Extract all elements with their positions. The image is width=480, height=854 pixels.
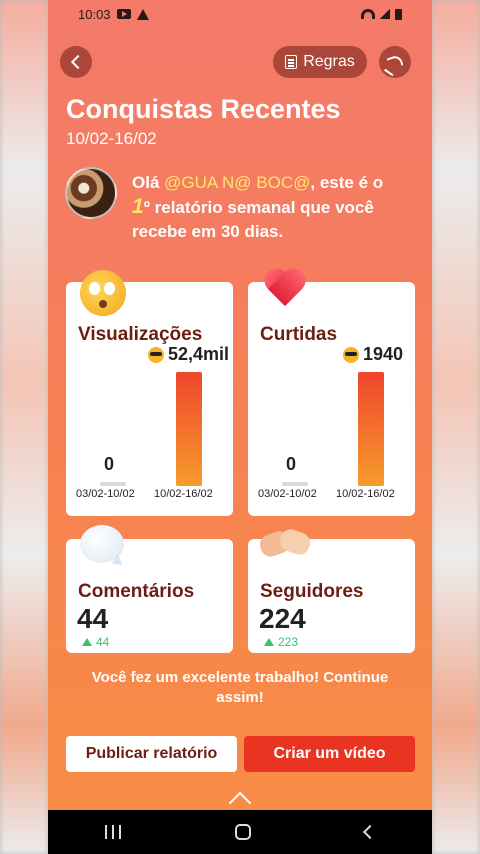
page-title: Conquistas Recentes <box>66 94 341 124</box>
back-nav-icon[interactable] <box>362 824 378 840</box>
signal-icon <box>380 9 390 19</box>
back-button[interactable] <box>60 46 92 78</box>
views-title: Visualizações <box>78 324 203 345</box>
arrow-up-icon <box>264 638 274 646</box>
likes-previous-value: 0 <box>286 454 297 474</box>
greeting-text: Olá @GUA N@ BOC@, este é o 1º relatório … <box>132 171 402 244</box>
clock: 10:03 <box>78 6 111 22</box>
home-icon[interactable] <box>235 824 251 840</box>
likes-current-bar <box>358 372 384 486</box>
status-bar: 10:03 <box>48 0 432 28</box>
warning-icon <box>136 8 149 20</box>
greeting-mid: , este é o <box>310 173 384 192</box>
share-icon <box>386 53 404 71</box>
avatar <box>65 167 117 219</box>
sunglasses-face-icon <box>342 346 359 363</box>
top-bar: Regras <box>48 28 432 90</box>
views-previous-value: 0 <box>104 454 115 474</box>
heart-icon <box>264 270 306 310</box>
share-button[interactable] <box>379 46 411 78</box>
followers-value: 224 <box>259 603 306 634</box>
views-previous-bar <box>100 482 126 486</box>
create-video-button[interactable]: Criar um vídeo <box>244 736 415 772</box>
encouragement-message: Você fez um excelente trabalho! Continue… <box>91 669 389 706</box>
chevron-left-icon <box>70 54 86 70</box>
views-curr-period: 10/02-16/02 <box>154 488 213 500</box>
greeting-suffix: relatório semanal que você recebe em 30 … <box>132 198 374 241</box>
handshake-icon <box>260 527 312 561</box>
blurred-background-right <box>432 0 480 854</box>
followers-title: Seguidores <box>260 581 364 602</box>
rules-label: Regras <box>303 53 355 70</box>
likes-current-badge: 1940 <box>342 344 403 365</box>
followers-card: Seguidores 224 223 <box>248 539 415 653</box>
sunglasses-face-icon <box>147 346 164 363</box>
document-icon <box>285 55 298 69</box>
blurred-background-left <box>0 0 48 854</box>
comments-title: Comentários <box>78 581 195 602</box>
likes-curr-period: 10/02-16/02 <box>336 488 395 500</box>
comments-card: Comentários 44 44 <box>66 525 233 653</box>
battery-icon <box>395 8 402 20</box>
user-handle: @GUA N@ BOC@ <box>164 173 311 192</box>
followers-delta-value: 223 <box>278 635 299 649</box>
recents-icon[interactable] <box>105 825 121 839</box>
views-prev-period: 03/02-10/02 <box>76 488 135 500</box>
app-screen: 10:03 Regras Conquistas Recentes 10/02-1… <box>48 0 432 854</box>
likes-title: Curtidas <box>260 324 338 345</box>
date-range: 10/02-16/02 <box>66 129 157 148</box>
system-navigation-bar <box>48 810 432 854</box>
wifi-icon <box>361 9 375 19</box>
youtube-icon <box>116 9 131 19</box>
likes-previous-bar <box>282 482 308 486</box>
followers-delta: 223 <box>264 635 298 649</box>
comments-delta-value: 44 <box>96 635 110 649</box>
views-card: Visualizações 52,4mil 0 03/02-10/02 10/0… <box>66 270 233 516</box>
likes-prev-period: 03/02-10/02 <box>258 488 317 500</box>
likes-card: Curtidas 1940 0 03/02-10/02 10/02-16/02 <box>248 282 415 516</box>
views-current-bar <box>176 372 202 486</box>
likes-current-value: 1940 <box>362 344 403 364</box>
views-current-badge: 52,4mil <box>147 344 229 365</box>
views-current-value: 52,4mil <box>167 344 229 364</box>
report-ordinal: 1 <box>132 195 144 218</box>
speech-bubble-icon <box>80 525 124 563</box>
surprised-face-icon <box>80 270 126 316</box>
rules-button[interactable]: Regras <box>273 46 367 78</box>
publish-report-button[interactable]: Publicar relatório <box>66 736 237 772</box>
arrow-up-icon <box>82 638 92 646</box>
greeting-prefix: Olá <box>132 173 165 192</box>
comments-delta: 44 <box>82 635 109 649</box>
comments-value: 44 <box>77 603 109 634</box>
